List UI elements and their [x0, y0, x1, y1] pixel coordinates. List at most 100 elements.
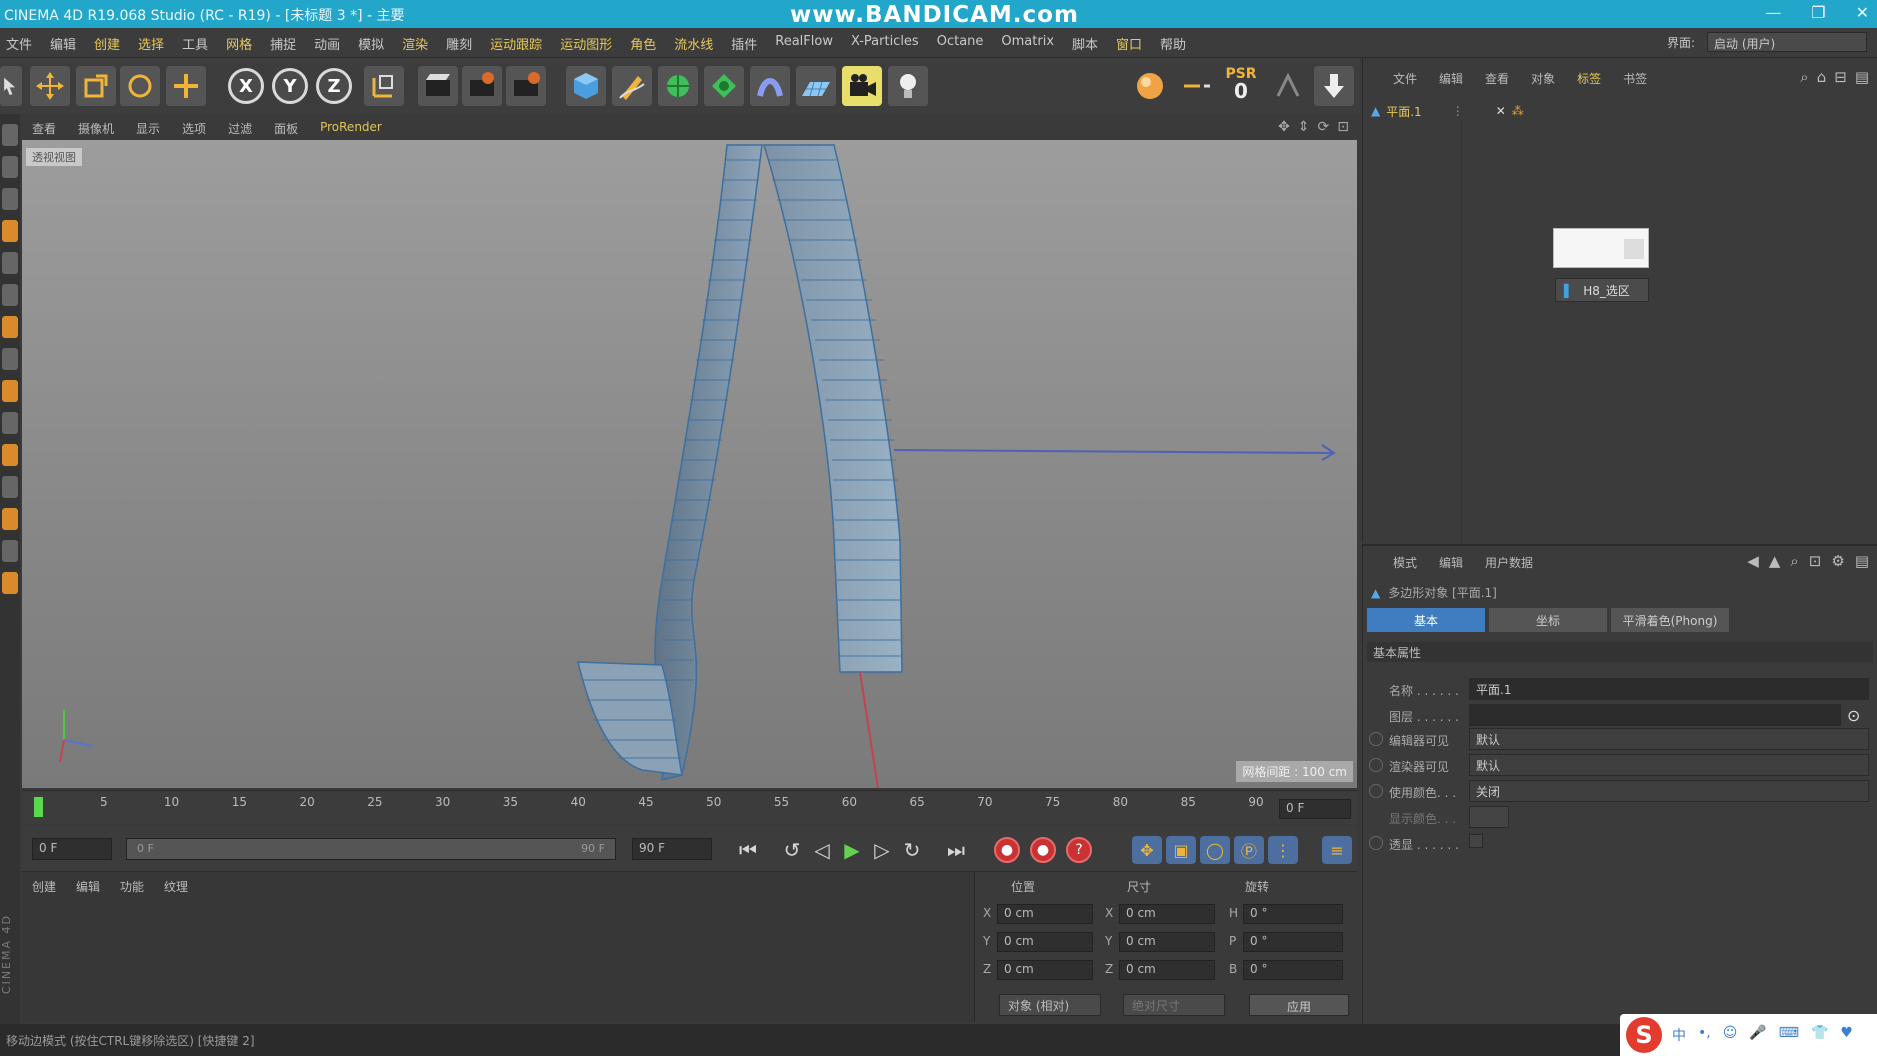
polygons-mode-icon[interactable]: [2, 252, 18, 274]
object-menu-item-0[interactable]: 文件: [1393, 70, 1417, 87]
menu-item-14[interactable]: 流水线: [674, 34, 713, 53]
snap-tool-icon[interactable]: [1176, 66, 1216, 106]
model-mode-icon[interactable]: [2, 284, 18, 306]
new-window-icon[interactable]: ⊟: [1834, 68, 1847, 86]
tray-icon-1[interactable]: •,: [1698, 1025, 1711, 1045]
menu-item-18[interactable]: Octane: [937, 34, 984, 53]
home-icon[interactable]: ⌂: [1817, 68, 1827, 86]
menu-item-19[interactable]: Omatrix: [1001, 34, 1054, 53]
scale-key-icon[interactable]: ▣: [1166, 836, 1196, 864]
search-icon[interactable]: ⌕: [1800, 68, 1808, 86]
close-button[interactable]: ✕: [1856, 3, 1869, 22]
solo-mode-icon[interactable]: [2, 476, 18, 498]
uv-icon[interactable]: [2, 572, 18, 594]
rotation-p-field[interactable]: 0 °: [1243, 932, 1343, 952]
maximize-view-icon[interactable]: ⊡: [1337, 119, 1349, 135]
position-key-icon[interactable]: ✥: [1132, 836, 1162, 864]
light-object-icon[interactable]: [888, 66, 928, 106]
editor-visible-anim-icon[interactable]: [1369, 732, 1383, 746]
back-arrow-icon[interactable]: ◀: [1747, 552, 1759, 570]
menu-item-5[interactable]: 网格: [226, 34, 252, 53]
panel-menu-icon[interactable]: ▤: [1855, 68, 1869, 86]
visibility-dots-icon[interactable]: ⋮: [1452, 104, 1464, 118]
keyframe-selection-icon[interactable]: ?: [1066, 837, 1092, 863]
tray-icon-4[interactable]: ⌨: [1779, 1025, 1799, 1045]
paint-icon[interactable]: [2, 540, 18, 562]
auto-keying-icon[interactable]: ●: [1030, 837, 1056, 863]
object-menu-item-1[interactable]: 编辑: [1439, 70, 1463, 87]
select-tool-icon[interactable]: [0, 66, 22, 106]
sogou-logo-icon[interactable]: S: [1626, 1017, 1662, 1053]
attribute-menu-item-2[interactable]: 用户数据: [1485, 554, 1533, 571]
x-axis-lock-button[interactable]: X: [228, 68, 264, 104]
viewport-menu-item-3[interactable]: 选项: [182, 120, 206, 137]
end-frame-field[interactable]: 90 F: [632, 838, 712, 860]
up-arrow-icon[interactable]: ▲: [1769, 552, 1781, 570]
pan-icon[interactable]: ✥: [1278, 119, 1290, 135]
tweak-mode-icon[interactable]: [2, 380, 18, 402]
object-menu-item-4[interactable]: 标签: [1577, 70, 1601, 87]
render-view-icon[interactable]: [418, 66, 458, 106]
position-y-field[interactable]: 0 cm: [997, 932, 1093, 952]
layout-dropdown[interactable]: 启动 (用户): [1707, 32, 1867, 52]
use-color-dropdown[interactable]: 关闭: [1469, 780, 1869, 802]
viewport-menu-item-0[interactable]: 查看: [32, 120, 56, 137]
points-mode-icon[interactable]: [2, 188, 18, 210]
menu-item-10[interactable]: 雕刻: [446, 34, 472, 53]
viewport-menu-item-1[interactable]: 摄像机: [78, 120, 114, 137]
coordinate-system-icon[interactable]: [364, 66, 404, 106]
size-mode-dropdown[interactable]: 绝对尺寸: [1123, 994, 1225, 1016]
settings-icon[interactable]: ⚙: [1831, 552, 1844, 570]
menu-item-17[interactable]: X-Particles: [851, 34, 919, 53]
rotation-b-field[interactable]: 0 °: [1243, 960, 1343, 980]
menu-item-21[interactable]: 窗口: [1116, 34, 1142, 53]
display-color-swatch[interactable]: [1469, 806, 1509, 828]
move-tool-icon[interactable]: [30, 66, 70, 106]
axis-mode-icon[interactable]: [2, 348, 18, 370]
menu-item-7[interactable]: 动画: [314, 34, 340, 53]
menu-item-6[interactable]: 捕捉: [270, 34, 296, 53]
go-to-end-icon[interactable]: ⏭: [942, 836, 970, 864]
render-visible-dropdown[interactable]: 默认: [1469, 754, 1869, 776]
attribute-menu-item-1[interactable]: 编辑: [1439, 554, 1463, 571]
workplane-lock-icon[interactable]: [2, 444, 18, 466]
viewport-menu-item-4[interactable]: 过滤: [228, 120, 252, 137]
next-keyframe-icon[interactable]: ↻: [898, 836, 926, 864]
prorender-menu[interactable]: ProRender: [320, 120, 382, 137]
editor-visible-dropdown[interactable]: 默认: [1469, 728, 1869, 750]
size-x-field[interactable]: 0 cm: [1119, 904, 1215, 924]
tray-icon-2[interactable]: ☺: [1723, 1025, 1738, 1045]
panel-menu-icon[interactable]: ▤: [1855, 552, 1869, 570]
menu-item-16[interactable]: RealFlow: [775, 34, 833, 53]
start-frame-field[interactable]: 0 F: [32, 838, 112, 860]
live-select-icon[interactable]: [166, 66, 206, 106]
minimize-button[interactable]: —: [1765, 3, 1781, 22]
menu-item-12[interactable]: 运动图形: [560, 34, 612, 53]
sculpt-icon[interactable]: [2, 508, 18, 530]
material-sphere-icon[interactable]: [1130, 66, 1170, 106]
snapping-icon[interactable]: [2, 412, 18, 434]
timeline-window-icon[interactable]: ≡: [1322, 836, 1352, 864]
name-field[interactable]: 平面.1: [1469, 678, 1869, 700]
record-keys-icon[interactable]: ●: [994, 837, 1020, 863]
make-editable-icon[interactable]: [2, 124, 18, 146]
object-menu-item-5[interactable]: 书签: [1623, 70, 1647, 87]
tray-icon-5[interactable]: 👕: [1811, 1025, 1828, 1045]
edges-mode-icon[interactable]: [2, 220, 18, 242]
rotation-h-field[interactable]: 0 °: [1243, 904, 1343, 924]
orbit-icon[interactable]: ⟳: [1318, 119, 1330, 135]
scale-tool-icon[interactable]: [76, 66, 116, 106]
download-icon[interactable]: [1314, 66, 1354, 106]
apply-button[interactable]: 应用: [1249, 994, 1349, 1016]
workplane-icon[interactable]: [1268, 66, 1308, 106]
pen-spline-icon[interactable]: [612, 66, 652, 106]
layer-pick-icon[interactable]: ⊙: [1847, 706, 1860, 725]
tab-phong[interactable]: 平滑着色(Phong): [1611, 608, 1729, 632]
layer-field[interactable]: [1469, 704, 1841, 726]
point-level-key-icon[interactable]: ⋮: [1268, 836, 1298, 864]
menu-item-1[interactable]: 编辑: [50, 34, 76, 53]
array-cloner-icon[interactable]: [704, 66, 744, 106]
attribute-menu-item-0[interactable]: 模式: [1393, 554, 1417, 571]
frame-range-slider[interactable]: 0 F 90 F: [126, 838, 616, 860]
menu-item-2[interactable]: 创建: [94, 34, 120, 53]
